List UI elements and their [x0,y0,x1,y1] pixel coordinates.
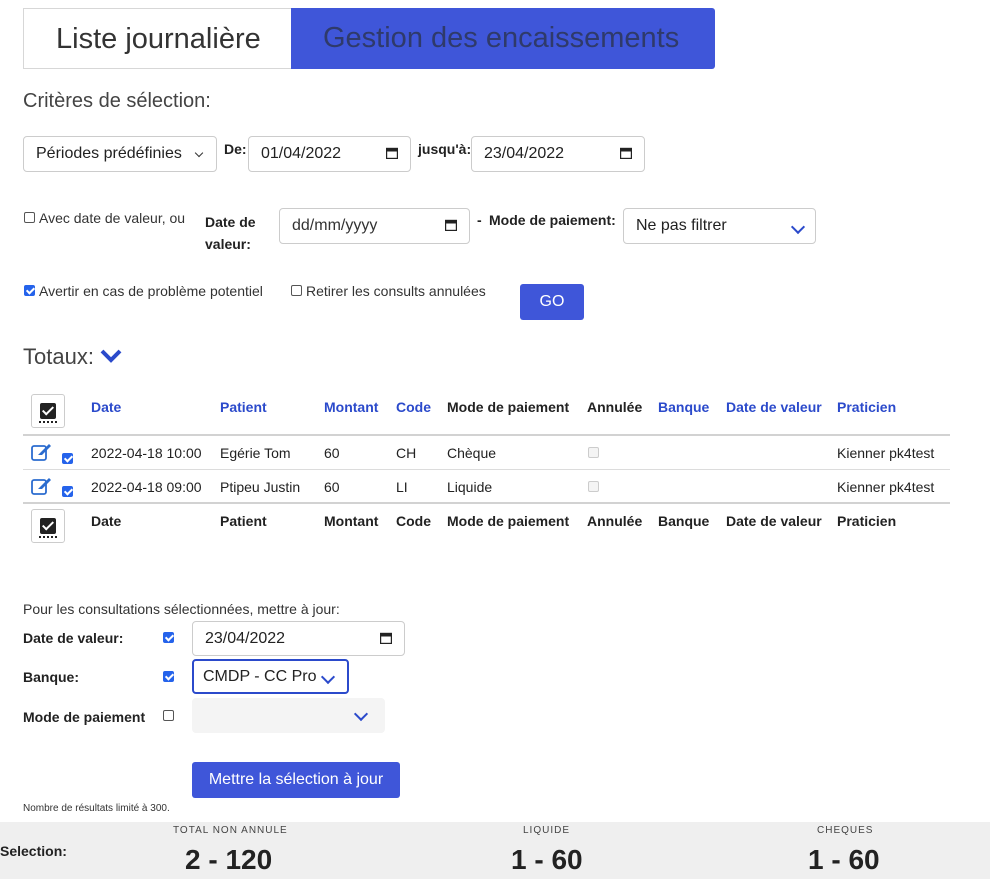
cell-patient: Ptipeu Justin [220,479,301,495]
from-label: De: [224,141,247,157]
col-footer-praticien: Praticien [837,513,897,529]
col-header-date[interactable]: Date [91,399,121,415]
selection-summary-bar: Selection: TOTAL NON ANNULE 2 - 120 LIQU… [0,822,990,879]
col-footer-code: Code [396,513,431,529]
calendar-icon [445,219,457,231]
update-payment-checkbox[interactable] [163,710,174,721]
col-footer-banque: Banque [658,513,710,529]
value-date-placeholder: dd/mm/yyyy [292,217,378,234]
cell-code: CH [396,445,417,461]
calendar-icon [386,147,398,159]
col-footer-mode: Mode de paiement [447,513,570,529]
cell-praticien: Kienner pk4test [837,445,935,461]
checkbox-icon [40,403,56,419]
cell-montant: 60 [324,445,340,461]
chevron-down-icon [790,219,806,235]
tab-gestion-encaissements[interactable]: Gestion des encaissements [291,8,715,69]
from-date-value: 01/04/2022 [261,145,342,162]
from-date-input[interactable]: 01/04/2022 [248,136,411,172]
go-button[interactable]: GO [520,284,584,320]
update-intro: Pour les consultations sélectionnées, me… [23,601,340,617]
update-bank-value: CMDP - CC Pro [203,668,317,685]
to-date-input[interactable]: 23/04/2022 [471,136,645,172]
cell-date: 2022-04-18 10:00 [91,445,202,461]
stat-label-liquide: LIQUIDE [523,825,571,836]
select-all-toggle-footer[interactable] [31,509,65,543]
dash-separator: - [477,212,482,228]
edit-icon[interactable] [31,443,52,461]
col-header-banque[interactable]: Banque [658,399,709,415]
totals-toggle[interactable]: Totaux: [23,344,122,370]
cell-mode: Chèque [447,445,497,461]
update-selection-button[interactable]: Mettre la sélection à jour [192,762,400,798]
chevron-down-icon [194,148,204,158]
stat-value-cheques: 1 - 60 [808,844,880,875]
chevron-down-icon [353,706,369,722]
col-header-praticien[interactable]: Praticien [837,399,896,415]
update-value-date-value: 23/04/2022 [205,630,286,647]
edit-icon[interactable] [31,477,52,495]
remove-cancelled-checkbox[interactable] [291,285,302,296]
cell-code: LI [396,479,408,495]
col-header-patient[interactable]: Patient [220,399,267,415]
col-header-montant[interactable]: Montant [324,399,378,415]
warn-checkbox[interactable] [24,285,35,296]
select-all-toggle[interactable] [31,394,65,428]
cell-montant: 60 [324,479,340,495]
to-date-value: 23/04/2022 [484,145,565,162]
col-footer-montant: Montant [324,513,379,529]
chevron-down-icon [100,349,122,363]
calendar-icon [620,147,632,159]
row-select-checkbox[interactable] [62,453,73,464]
limit-note: Nombre de résultats limité à 300. [23,803,170,814]
payment-mode-filter-select[interactable]: Ne pas filtrer [623,208,816,244]
remove-cancelled-label: Retirer les consults annulées [306,283,486,299]
period-select[interactable]: Périodes prédéfinies [23,136,217,172]
cell-annulee-checkbox [588,481,599,492]
tab-liste-journaliere[interactable]: Liste journalière [23,8,291,69]
col-header-code[interactable]: Code [396,399,431,415]
to-label: jusqu'à: [418,141,472,157]
cell-date: 2022-04-18 09:00 [91,479,202,495]
cell-annulee-checkbox [588,447,599,458]
selection-label: Selection: [0,843,67,859]
col-header-date-valeur[interactable]: Date de valeur [726,399,822,415]
col-footer-annulee: Annulée [587,513,643,529]
stat-value-total: 2 - 120 [185,844,273,875]
stat-label-cheques: CHEQUES [817,825,874,836]
update-value-date-input[interactable]: 23/04/2022 [192,621,405,656]
value-date-label: Date de valeur: [205,214,256,252]
period-select-value: Périodes prédéfinies [36,145,182,162]
stat-value-liquide: 1 - 60 [511,844,583,875]
col-header-mode: Mode de paiement [447,399,570,415]
criteria-title: Critères de sélection: [23,90,211,112]
update-value-date-checkbox[interactable] [163,632,174,643]
value-date-filter-label: Avec date de valeur, ou [39,210,186,226]
update-bank-checkbox[interactable] [163,671,174,682]
totals-label: Totaux: [23,344,94,369]
update-bank-select[interactable]: CMDP - CC Pro [192,659,349,694]
col-footer-date-valeur: Date de valeur [726,513,822,529]
calendar-icon [380,632,392,644]
checkbox-icon [40,518,56,534]
cell-praticien: Kienner pk4test [837,479,935,495]
col-header-annulee: Annulée [587,399,643,415]
payment-mode-filter-value: Ne pas filtrer [636,217,727,234]
warn-label: Avertir en cas de problème potentiel [39,283,263,299]
chevron-down-icon [320,669,336,685]
cell-patient: Egérie Tom [220,445,291,461]
row-select-checkbox[interactable] [62,486,73,497]
update-bank-label: Banque: [23,669,79,685]
stat-label-total: TOTAL NON ANNULE [173,825,288,836]
col-footer-patient: Patient [220,513,267,529]
update-payment-label: Mode de paiement [23,709,146,725]
update-payment-select[interactable] [192,698,385,733]
update-value-date-label: Date de valeur: [23,630,124,646]
payment-mode-filter-label: Mode de paiement: [489,212,616,228]
cell-mode: Liquide [447,479,493,495]
value-date-input[interactable]: dd/mm/yyyy [279,208,470,244]
col-footer-date: Date [91,513,122,529]
value-date-filter-checkbox[interactable] [24,212,35,223]
